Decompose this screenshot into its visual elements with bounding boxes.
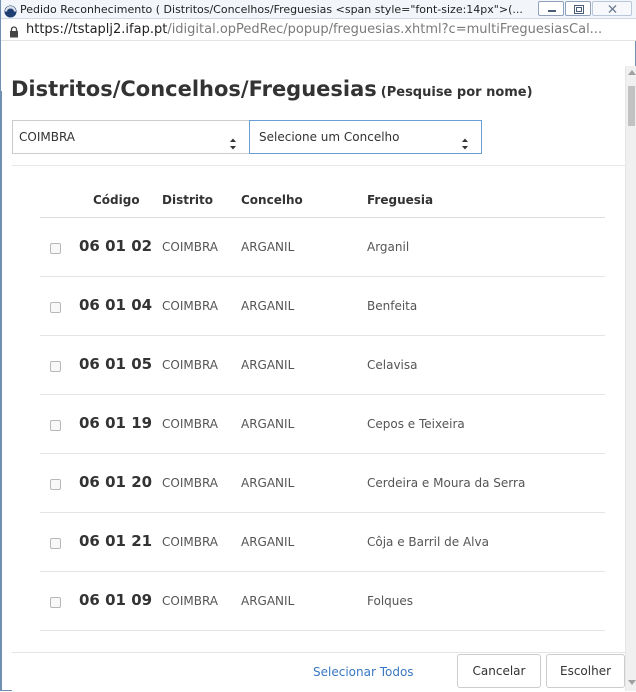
codigo-cell: 06 01 20 <box>79 473 153 491</box>
window-left-edge <box>1 41 2 691</box>
codigo-cell: 06 01 02 <box>79 237 153 255</box>
choose-button[interactable]: Escolher <box>546 654 625 688</box>
table-row[interactable]: 06 01 21 COIMBRA ARGANIL Côja e Barril d… <box>40 513 605 572</box>
popup-window: Pedido Reconhecimento ( Distritos/Concel… <box>0 0 636 692</box>
row-checkbox[interactable] <box>50 538 61 549</box>
minimize-button[interactable] <box>538 1 564 16</box>
freguesia-cell: Arganil <box>367 240 410 254</box>
distrito-select-value: COIMBRA <box>19 130 76 144</box>
table-row[interactable]: 06 01 04 COIMBRA ARGANIL Benfeita <box>40 277 605 336</box>
header-distrito[interactable]: Distrito <box>162 193 213 207</box>
address-bar[interactable]: https://tstaplj2.ifap.pt/idigital.opPedR… <box>1 19 636 41</box>
concelho-cell: ARGANIL <box>241 299 295 313</box>
distrito-select[interactable]: COIMBRA <box>12 120 249 154</box>
concelho-cell: ARGANIL <box>241 240 295 254</box>
scroll-down-arrow-icon[interactable] <box>628 680 636 685</box>
codigo-cell: 06 01 05 <box>79 355 153 373</box>
freguesia-cell: Cepos e Teixeira <box>367 417 465 431</box>
page-title-text: Distritos/Concelhos/Freguesias <box>11 77 377 101</box>
concelho-cell: ARGANIL <box>241 594 295 608</box>
distrito-cell: COIMBRA <box>162 299 219 313</box>
updown-arrows-icon <box>461 131 469 150</box>
row-checkbox[interactable] <box>50 302 61 313</box>
browser-app-icon <box>4 3 17 18</box>
row-checkbox[interactable] <box>50 420 61 431</box>
row-checkbox[interactable] <box>50 479 61 490</box>
scroll-up-arrow-icon[interactable] <box>628 70 636 75</box>
distrito-cell: COIMBRA <box>162 417 219 431</box>
freguesia-cell: Cerdeira e Moura da Serra <box>367 476 526 490</box>
cancel-button[interactable]: Cancelar <box>457 654 541 688</box>
codigo-cell: 06 01 09 <box>79 591 153 609</box>
scrollbar-thumb[interactable] <box>628 86 635 126</box>
freguesia-cell: Celavisa <box>367 358 418 372</box>
close-window-button[interactable] <box>592 1 632 16</box>
concelho-cell: ARGANIL <box>241 476 295 490</box>
distrito-cell: COIMBRA <box>162 358 219 372</box>
table-row[interactable]: 06 01 19 COIMBRA ARGANIL Cepos e Teixeir… <box>40 395 605 454</box>
distrito-cell: COIMBRA <box>162 476 219 490</box>
concelho-select-value: Selecione um Concelho <box>259 130 400 144</box>
header-concelho[interactable]: Concelho <box>241 193 303 207</box>
freguesia-cell: Benfeita <box>367 299 418 313</box>
title-bar: Pedido Reconhecimento ( Distritos/Concel… <box>1 0 636 19</box>
codigo-cell: 06 01 19 <box>79 414 153 432</box>
concelho-cell: ARGANIL <box>241 417 295 431</box>
header-codigo[interactable]: Código <box>93 193 140 207</box>
freguesia-cell: Côja e Barril de Alva <box>367 535 489 549</box>
select-all-link[interactable]: Selecionar Todos <box>313 665 414 679</box>
filter-bar: COIMBRA Selecione um Concelho <box>12 120 625 154</box>
updown-arrows-icon <box>229 131 237 150</box>
row-checkbox[interactable] <box>50 597 61 608</box>
concelho-cell: ARGANIL <box>241 535 295 549</box>
url-domain: https://tstaplj2.ifap.pt <box>26 22 168 37</box>
concelho-select[interactable]: Selecione um Concelho <box>249 120 482 154</box>
maximize-button[interactable] <box>565 1 591 16</box>
table-row[interactable]: 06 01 20 COIMBRA ARGANIL Cerdeira e Mour… <box>40 454 605 513</box>
results-panel: Código Distrito Concelho Freguesia 06 01… <box>12 165 625 653</box>
lock-icon <box>9 23 19 38</box>
table-row[interactable]: 06 01 05 COIMBRA ARGANIL Celavisa <box>40 336 605 395</box>
concelho-cell: ARGANIL <box>241 358 295 372</box>
table-header: Código Distrito Concelho Freguesia <box>40 166 605 218</box>
row-checkbox[interactable] <box>50 243 61 254</box>
window-title: Pedido Reconhecimento ( Distritos/Concel… <box>20 3 523 16</box>
url-text[interactable]: https://tstaplj2.ifap.pt/idigital.opPedR… <box>26 22 631 37</box>
distrito-cell: COIMBRA <box>162 240 219 254</box>
table-row[interactable]: 06 01 09 COIMBRA ARGANIL Folques <box>40 572 605 631</box>
distrito-cell: COIMBRA <box>162 594 219 608</box>
vertical-scrollbar[interactable] <box>625 66 636 691</box>
table-row[interactable]: 06 01 02 COIMBRA ARGANIL Arganil <box>40 218 605 277</box>
url-path: /idigital.opPedRec/popup/freguesias.xhtm… <box>167 22 603 37</box>
dialog-footer: Selecionar Todos Cancelar Escolher <box>12 652 625 692</box>
distrito-cell: COIMBRA <box>162 535 219 549</box>
codigo-cell: 06 01 04 <box>79 296 153 314</box>
row-checkbox[interactable] <box>50 361 61 372</box>
codigo-cell: 06 01 21 <box>79 532 153 550</box>
freguesia-cell: Folques <box>367 594 414 608</box>
page-header: Distritos/Concelhos/Freguesias (Pesquise … <box>1 41 625 101</box>
header-freguesia[interactable]: Freguesia <box>367 193 433 207</box>
page-title: Distritos/Concelhos/Freguesias (Pesquise … <box>11 77 533 101</box>
page-subtitle: (Pesquise por nome) <box>380 85 533 100</box>
